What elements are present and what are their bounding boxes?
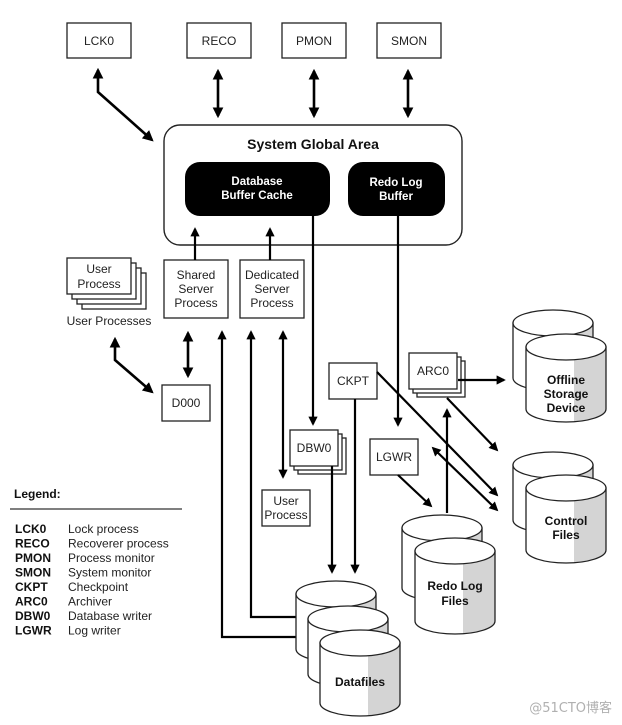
lck0-label: LCK0 <box>84 34 114 48</box>
legend-title: Legend: <box>14 487 61 501</box>
redo-log-buffer: Redo Log Buffer <box>348 162 445 216</box>
arc0-to-control-arrow <box>446 397 499 452</box>
dbw0-label: DBW0 <box>297 441 332 455</box>
control-label-line1: Control <box>545 514 588 528</box>
legend-description: Recoverer process <box>68 537 169 551</box>
user-process-stack-line2: Process <box>77 277 120 291</box>
legend-key: ARC0 <box>15 595 48 609</box>
legend: Legend: LCK0 Lock process RECO Recoverer pr… <box>10 487 182 638</box>
dbw0-stack: DBW0 <box>289 429 347 475</box>
legend-item: RECO Recoverer process <box>15 537 169 551</box>
legend-description: System monitor <box>68 566 151 580</box>
legend-key: SMON <box>15 566 51 580</box>
legend-description: Process monitor <box>68 551 155 565</box>
offline-label-line3: Device <box>547 401 586 415</box>
user-process-stack-line1: User <box>86 262 111 276</box>
dedicated-line2: Server <box>254 282 289 296</box>
datafiles-label: Datafiles <box>335 675 385 689</box>
redo-buffer-line2: Buffer <box>379 191 413 203</box>
legend-item: ARC0 Archiver <box>15 595 112 609</box>
legend-key: DBW0 <box>15 609 51 623</box>
shared-line1: Shared <box>177 268 216 282</box>
user-processes-stack: User Process User Processes <box>66 257 152 328</box>
user-processes-caption: User Processes <box>67 314 152 328</box>
control-label-line2: Files <box>552 528 580 542</box>
dedicated-line1: Dedicated <box>245 268 299 282</box>
pmon-label: PMON <box>296 34 332 48</box>
user-d000-arrow <box>109 336 154 394</box>
buffer-cache-line2: Buffer Cache <box>221 190 293 202</box>
legend-key: RECO <box>15 537 50 551</box>
datafiles-cylinder-front <box>319 629 401 717</box>
legend-description: Archiver <box>68 595 112 609</box>
lgwr-box: LGWR <box>369 438 419 476</box>
buffer-cache-line1: Database <box>231 176 282 188</box>
sga-title: System Global Area <box>247 136 379 152</box>
architecture-diagram: LCK0 RECO PMON SMON System Global Area D… <box>10 22 612 717</box>
database-buffer-cache: Database Buffer Cache <box>185 162 330 216</box>
lgwr-label: LGWR <box>376 450 412 464</box>
offline-label-line1: Offline <box>547 373 585 387</box>
datafiles-to-dedicated-line <box>246 330 296 619</box>
legend-item: LGWR Log writer <box>15 624 121 638</box>
lgwr-control-arrow <box>431 446 499 512</box>
pmon-box: PMON <box>281 22 347 59</box>
legend-item: CKPT Checkpoint <box>15 580 129 594</box>
user-process-box: User Process <box>261 489 311 527</box>
shared-line2: Server <box>178 282 213 296</box>
d000-box: D000 <box>161 384 211 422</box>
arc0-label: ARC0 <box>417 364 449 378</box>
lck0-box: LCK0 <box>66 22 132 59</box>
dedicated-server-process: Dedicated Server Process <box>239 259 305 319</box>
legend-key: LGWR <box>15 624 52 638</box>
redo-buffer-line1: Redo Log <box>369 177 422 189</box>
legend-key: PMON <box>15 551 51 565</box>
datafiles-to-shared-line <box>217 330 296 639</box>
user-process-line2: Process <box>264 508 307 522</box>
reco-label: RECO <box>202 34 237 48</box>
legend-key: LCK0 <box>15 522 47 536</box>
user-process-line1: User <box>273 494 298 508</box>
redo-files-label-line2: Files <box>441 594 469 608</box>
legend-item: DBW0 Database writer <box>15 609 152 623</box>
shared-server-process: Shared Server Process <box>163 259 229 319</box>
ckpt-box: CKPT <box>328 362 378 400</box>
shared-line3: Process <box>174 296 217 310</box>
legend-description: Log writer <box>68 624 121 638</box>
reco-box: RECO <box>186 22 252 59</box>
redo-files-label-line1: Redo Log <box>427 579 482 593</box>
legend-description: Checkpoint <box>68 580 129 594</box>
legend-key: CKPT <box>15 580 48 594</box>
legend-item: SMON System monitor <box>15 566 151 580</box>
ckpt-label: CKPT <box>337 374 370 388</box>
offline-label-line2: Storage <box>544 387 589 401</box>
smon-label: SMON <box>391 34 427 48</box>
watermark: @51CTO博客 <box>529 700 612 716</box>
arc0-stack: ARC0 <box>408 352 466 398</box>
lck0-sga-arrow <box>92 67 154 142</box>
lgwr-to-redofiles-arrow <box>397 474 433 508</box>
d000-label: D000 <box>172 396 201 410</box>
dedicated-line3: Process <box>250 296 293 310</box>
legend-description: Lock process <box>68 522 139 536</box>
legend-item: LCK0 Lock process <box>15 522 139 536</box>
legend-item: PMON Process monitor <box>15 551 155 565</box>
legend-description: Database writer <box>68 609 152 623</box>
smon-box: SMON <box>376 22 442 59</box>
